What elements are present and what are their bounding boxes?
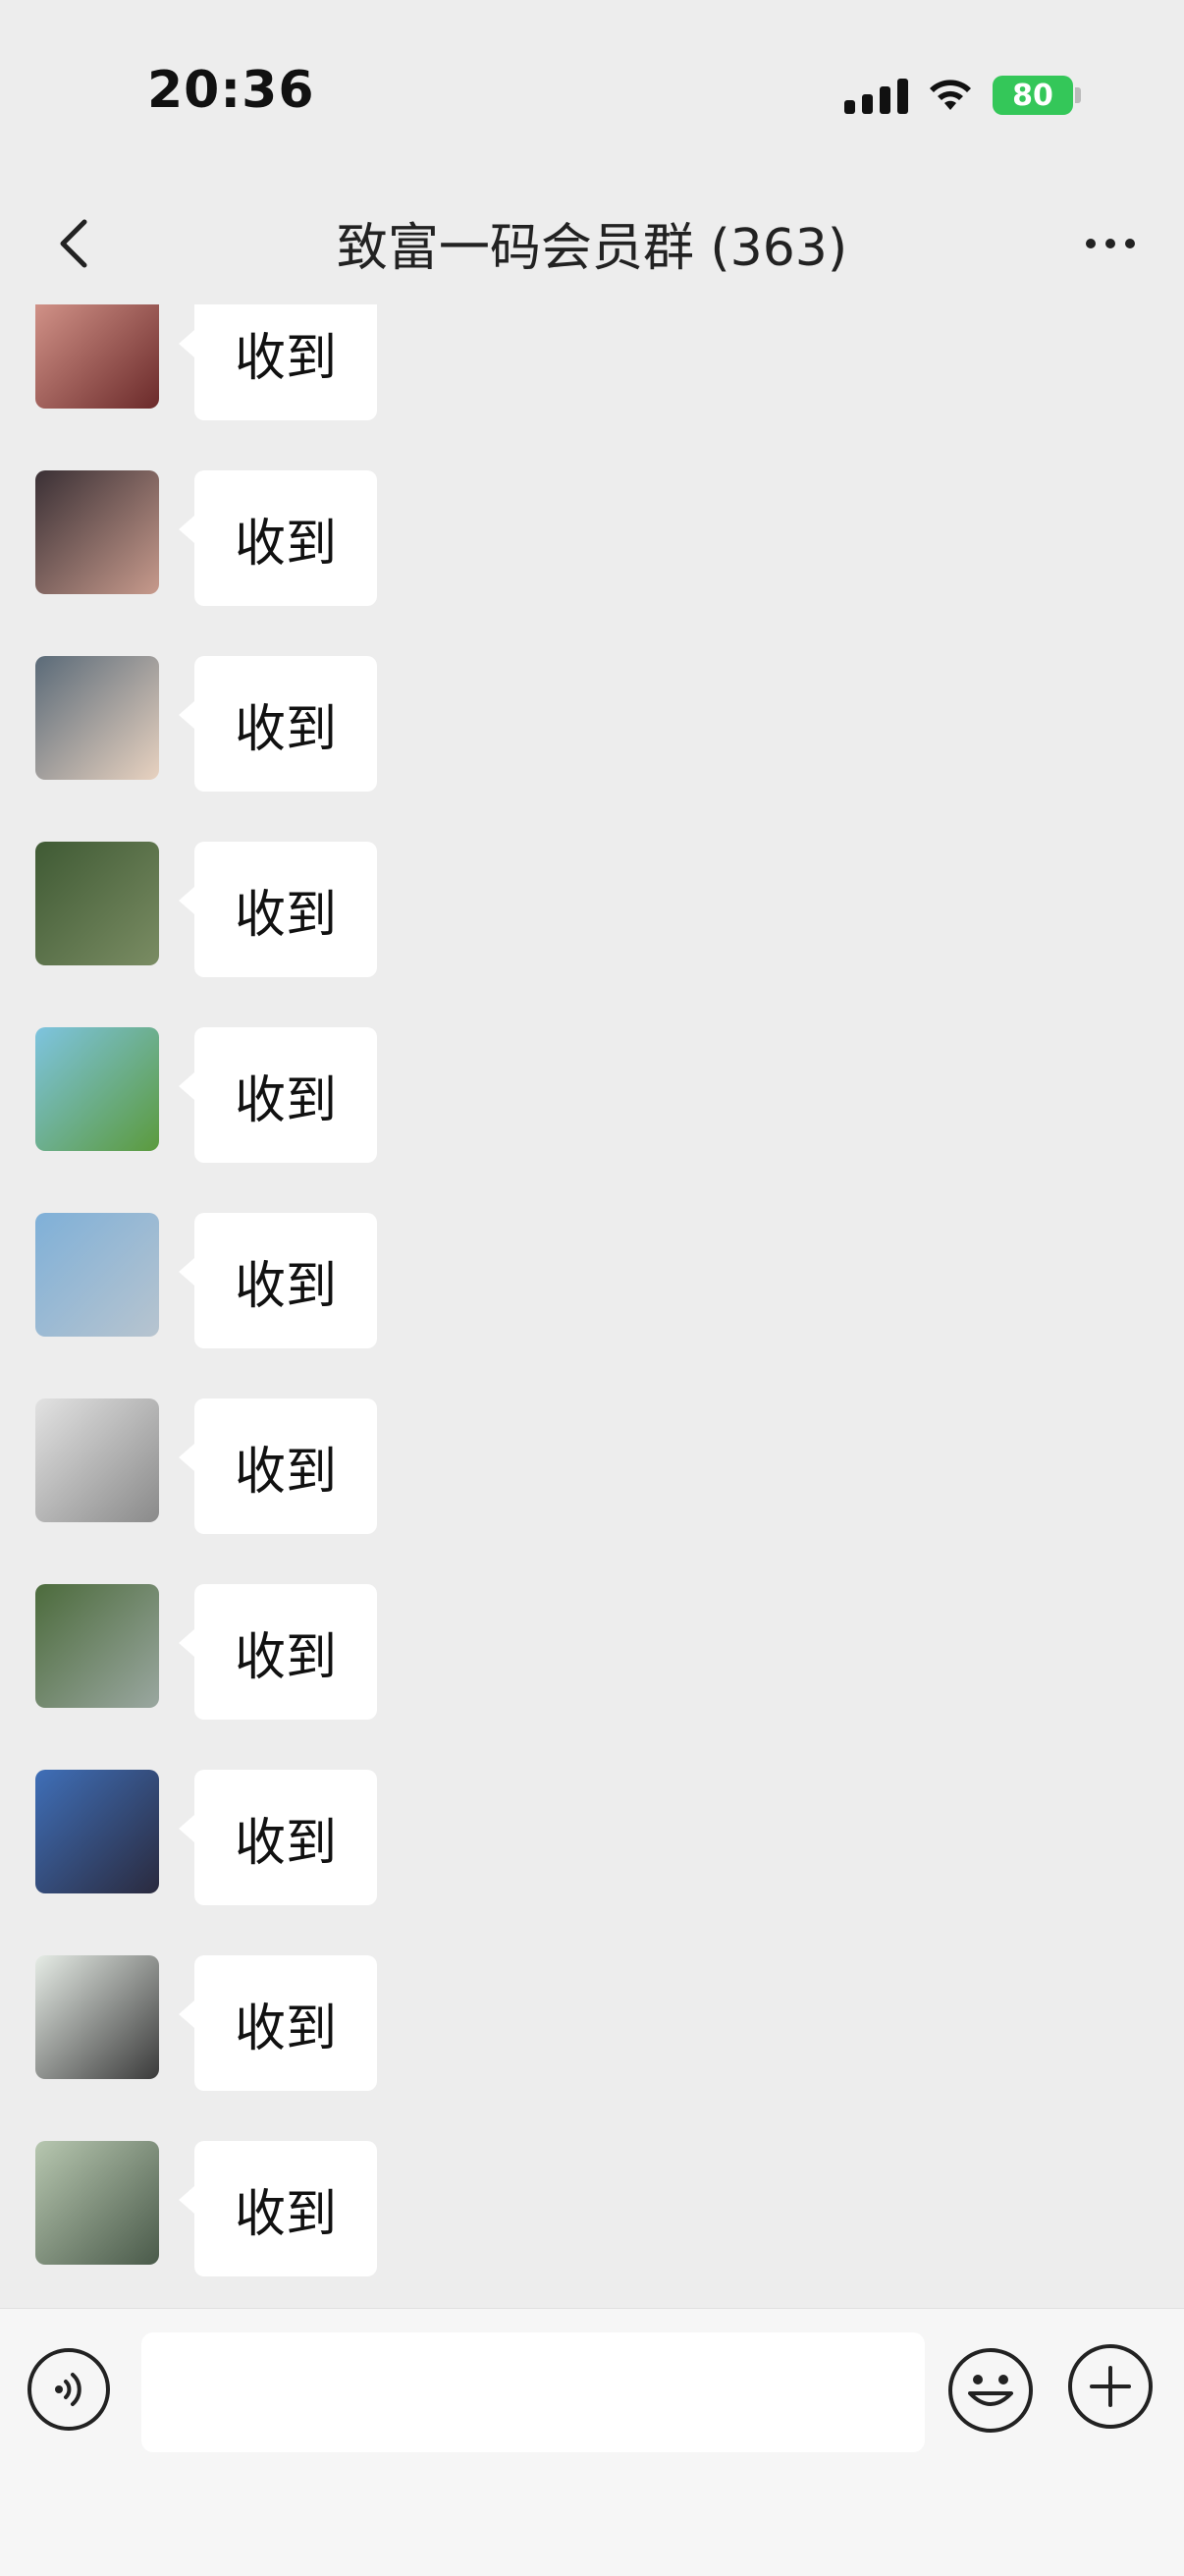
message-row: 收到	[0, 1584, 1184, 1770]
battery-level: 80	[993, 76, 1073, 115]
message-bubble[interactable]: 收到	[179, 304, 377, 420]
message-row: 收到	[0, 2141, 1184, 2308]
message-row: 收到	[0, 1955, 1184, 2141]
message-row: 收到	[0, 1213, 1184, 1398]
avatar[interactable]	[35, 1955, 159, 2079]
more-button[interactable]	[1066, 204, 1155, 283]
message-bubble[interactable]: 收到	[179, 1398, 377, 1534]
message-row: 收到	[0, 1398, 1184, 1584]
nav-bar: 致富一码会员群 (363)	[0, 187, 1184, 304]
message-row: 收到	[0, 656, 1184, 842]
avatar[interactable]	[35, 470, 159, 594]
plus-icon	[1090, 2366, 1131, 2407]
emoji-button[interactable]	[948, 2348, 1033, 2433]
message-row: 收到	[0, 304, 1184, 470]
message-bubble[interactable]: 收到	[179, 470, 377, 606]
wifi-icon	[930, 80, 971, 110]
avatar[interactable]	[35, 2141, 159, 2265]
message-bubble[interactable]: 收到	[179, 842, 377, 977]
avatar[interactable]	[35, 304, 159, 409]
voice-button[interactable]	[27, 2348, 110, 2431]
status-time: 20:36	[147, 61, 315, 120]
message-input[interactable]	[141, 2332, 925, 2452]
avatar[interactable]	[35, 1027, 159, 1151]
message-bubble[interactable]: 收到	[179, 1027, 377, 1163]
message-bubble[interactable]: 收到	[179, 1213, 377, 1348]
chat-messages[interactable]: 收到 收到 收到 收到 收到 收到 收到 收到 收到 收到 收到	[0, 304, 1184, 2308]
emoji-icon	[968, 2375, 1013, 2406]
avatar[interactable]	[35, 656, 159, 780]
chat-title: 致富一码会员群 (363)	[336, 219, 848, 278]
message-bubble[interactable]: 收到	[179, 1955, 377, 2091]
cellular-signal-icon	[844, 77, 908, 114]
message-bubble[interactable]: 收到	[179, 1770, 377, 1905]
input-bar	[0, 2308, 1184, 2576]
voice-icon	[55, 2373, 81, 2406]
avatar[interactable]	[35, 1213, 159, 1337]
message-row: 收到	[0, 842, 1184, 1027]
message-bubble[interactable]: 收到	[179, 656, 377, 792]
avatar[interactable]	[35, 1398, 159, 1522]
status-bar: 20:36 80	[0, 0, 1184, 187]
battery-charging-icon: 80	[993, 76, 1081, 115]
message-bubble[interactable]: 收到	[179, 2141, 377, 2276]
avatar[interactable]	[35, 842, 159, 965]
avatar[interactable]	[35, 1770, 159, 1893]
message-list: 收到 收到 收到 收到 收到 收到 收到 收到 收到 收到 收到	[0, 304, 1184, 2308]
message-row: 收到	[0, 1027, 1184, 1213]
message-row: 收到	[0, 1770, 1184, 1955]
avatar[interactable]	[35, 1584, 159, 1708]
plus-button[interactable]	[1068, 2344, 1153, 2429]
more-dots-icon	[1086, 239, 1096, 248]
message-row: 收到	[0, 470, 1184, 656]
message-bubble[interactable]: 收到	[179, 1584, 377, 1720]
status-icons: 80	[844, 73, 1081, 118]
